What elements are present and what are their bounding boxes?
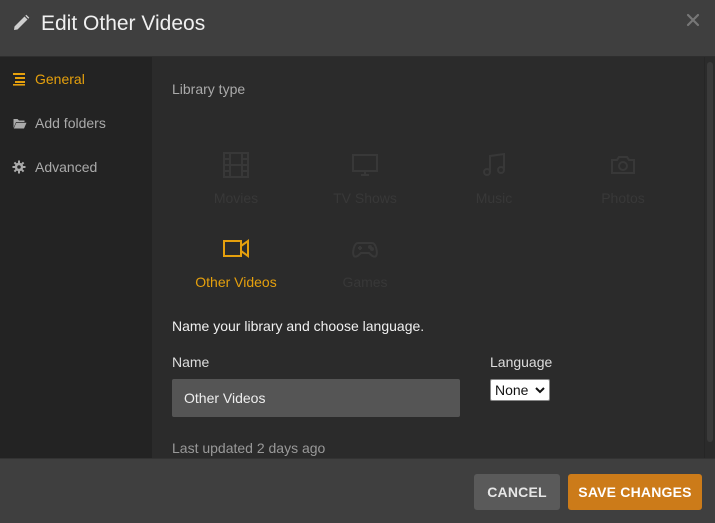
sidebar-item-label: Add folders: [35, 115, 106, 131]
music-icon: [483, 152, 505, 176]
tv-icon: [352, 154, 378, 176]
save-changes-button[interactable]: SAVE CHANGES: [568, 474, 702, 510]
library-type-movies[interactable]: Movies: [172, 135, 300, 219]
library-type-label: Photos: [601, 190, 645, 206]
list-icon: [13, 73, 25, 86]
library-type-music[interactable]: Music: [430, 135, 558, 219]
close-icon[interactable]: [685, 12, 701, 28]
cancel-button[interactable]: CANCEL: [474, 474, 560, 510]
sidebar-item-add-folders[interactable]: Add folders: [0, 105, 152, 141]
library-type-games[interactable]: Games: [301, 219, 429, 303]
sidebar: General Add folders Advanced: [0, 57, 152, 458]
language-select[interactable]: None: [490, 379, 550, 401]
library-type-label: TV Shows: [333, 190, 397, 206]
gamepad-icon: [352, 242, 378, 258]
chevron-down-icon: [535, 387, 545, 394]
sidebar-item-advanced[interactable]: Advanced: [0, 149, 152, 185]
library-type-label: Music: [475, 190, 513, 206]
library-type-label: Games: [342, 274, 388, 290]
video-camera-icon: [223, 239, 249, 258]
library-type-label: Library type: [172, 81, 246, 97]
name-prompt: Name your library and choose language.: [172, 318, 425, 334]
sidebar-item-label: General: [35, 71, 85, 87]
folder-icon: [13, 119, 27, 129]
library-type-photos[interactable]: Photos: [559, 135, 687, 219]
gear-icon: [12, 160, 26, 174]
pencil-icon: [14, 14, 30, 30]
library-type-label: Movies: [213, 190, 259, 206]
scrollbar[interactable]: [704, 57, 715, 458]
dialog-header: Edit Other Videos: [0, 0, 715, 57]
film-icon: [223, 152, 249, 178]
language-label: Language: [490, 354, 553, 370]
library-type-tv-shows[interactable]: TV Shows: [301, 135, 429, 219]
scrollbar-thumb[interactable]: [707, 62, 713, 442]
language-select-value: None: [495, 382, 529, 398]
library-type-other-videos[interactable]: Other Videos: [172, 219, 300, 303]
name-input[interactable]: [172, 379, 460, 417]
library-type-label: Other Videos: [195, 274, 277, 290]
sidebar-item-label: Advanced: [35, 159, 98, 175]
camera-icon: [611, 156, 635, 174]
last-updated-text: Last updated 2 days ago: [172, 440, 326, 456]
name-label: Name: [172, 354, 210, 370]
dialog-footer: CANCEL SAVE CHANGES: [0, 458, 715, 523]
dialog-title: Edit Other Videos: [41, 12, 206, 35]
content-panel: Library type Movies TV Shows Music Photo…: [152, 57, 704, 458]
sidebar-item-general[interactable]: General: [0, 61, 152, 97]
